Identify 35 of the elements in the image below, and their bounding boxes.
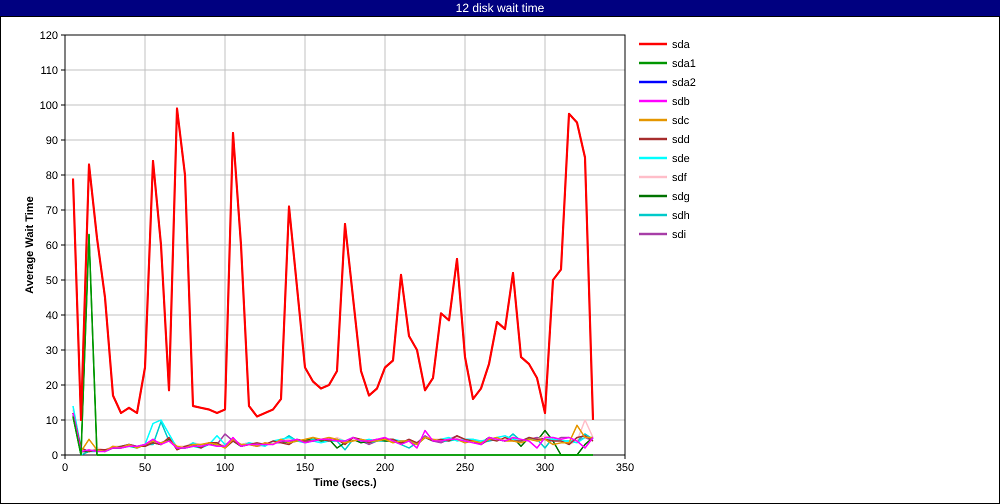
legend-label: sda1 xyxy=(672,58,696,70)
legend-label: sdd xyxy=(672,134,690,146)
legend-label: sda2 xyxy=(672,77,696,89)
legend-label: sdg xyxy=(672,191,690,203)
y-tick-label: 40 xyxy=(46,310,58,322)
y-tick-label: 60 xyxy=(46,240,58,252)
legend-label: sda xyxy=(672,39,690,51)
legend-label: sdf xyxy=(672,172,687,184)
x-tick-label: 0 xyxy=(62,462,68,474)
y-tick-label: 70 xyxy=(46,205,58,217)
y-tick-label: 80 xyxy=(46,170,58,182)
legend-label: sdi xyxy=(672,229,686,241)
x-tick-label: 300 xyxy=(536,462,554,474)
y-tick-label: 30 xyxy=(46,345,58,357)
x-tick-label: 50 xyxy=(138,462,152,474)
y-axis-title: Average Wait Time xyxy=(24,196,36,294)
y-tick-label: 110 xyxy=(40,65,58,77)
legend-label: sdb xyxy=(672,96,690,108)
window-title: 12 disk wait time xyxy=(456,0,544,16)
y-tick-label: 100 xyxy=(40,100,58,112)
x-tick-label: 350 xyxy=(616,462,634,474)
y-tick-label: 50 xyxy=(46,275,58,287)
y-tick-label: 90 xyxy=(46,135,58,147)
y-tick-label: 10 xyxy=(46,415,58,427)
x-tick-label: 100 xyxy=(216,462,234,474)
legend-label: sde xyxy=(672,153,690,165)
y-tick-label: 20 xyxy=(46,380,58,392)
x-tick-label: 250 xyxy=(456,462,474,474)
x-axis-title: Time (secs.) xyxy=(313,477,377,489)
x-tick-label: 200 xyxy=(376,462,394,474)
y-tick-label: 120 xyxy=(40,30,58,42)
x-tick-label: 150 xyxy=(296,462,314,474)
legend-label: sdh xyxy=(672,210,690,222)
legend-label: sdc xyxy=(672,115,690,127)
y-tick-label: 0 xyxy=(52,450,58,462)
